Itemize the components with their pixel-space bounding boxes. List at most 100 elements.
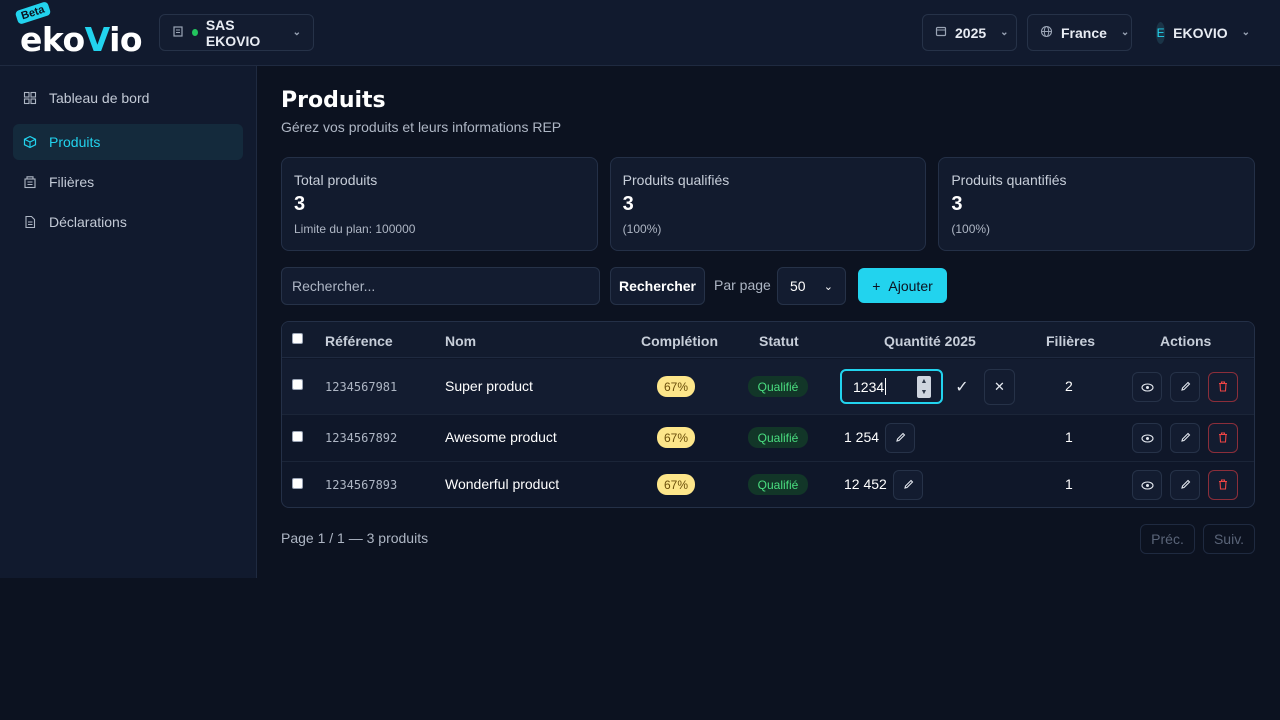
toolbar: Rechercher Par page 50 ⌄ + Ajouter xyxy=(281,267,1255,305)
sidebar-item-dashboard[interactable]: Tableau de bord xyxy=(13,80,243,116)
view-button[interactable] xyxy=(1132,372,1162,402)
add-button-label: Ajouter xyxy=(888,277,933,294)
search-button[interactable]: Rechercher xyxy=(610,267,705,305)
product-name[interactable]: Awesome product xyxy=(445,429,557,445)
view-button[interactable] xyxy=(1132,423,1162,453)
pencil-icon xyxy=(903,478,914,493)
table-row[interactable]: 1234567892 Awesome product 67% Qualifié … xyxy=(282,415,1254,462)
quantity-value: 1 254 xyxy=(844,429,880,445)
stat-label: Produits quantifiés xyxy=(951,172,1067,188)
eye-icon xyxy=(1140,380,1154,395)
row-checkbox[interactable] xyxy=(292,431,303,442)
sidebar-item-filieres[interactable]: Filières xyxy=(13,164,243,200)
sidebar-item-declarations[interactable]: Déclarations xyxy=(13,204,243,240)
stats-cards: Total produits 3 Limite du plan: 100000 … xyxy=(281,157,1256,251)
completion-badge: 67% xyxy=(657,427,695,448)
table-row[interactable]: 1234567893 Wonderful product 67% Qualifi… xyxy=(282,462,1254,507)
column-header-name[interactable]: Nom xyxy=(445,333,476,349)
trash-icon xyxy=(1218,380,1228,395)
filieres-count: 2 xyxy=(1065,378,1073,394)
trash-icon xyxy=(1218,478,1228,493)
per-page-select[interactable]: 50 ⌄ xyxy=(777,267,846,305)
row-checkbox[interactable] xyxy=(292,478,303,489)
trash-icon xyxy=(1218,431,1228,446)
add-product-button[interactable]: + Ajouter xyxy=(858,268,947,303)
stepper-up-icon[interactable]: ▲ xyxy=(921,378,928,385)
table-header: Référence Nom Complétion Statut Quantité… xyxy=(282,322,1254,358)
chevron-down-icon: ⌄ xyxy=(1241,27,1250,38)
sidebar-item-products[interactable]: Produits xyxy=(13,124,243,160)
status-dot xyxy=(192,29,198,36)
column-header-filieres[interactable]: Filières xyxy=(1046,333,1095,349)
stat-value: 3 xyxy=(622,193,634,215)
year-selector[interactable]: 2025 ⌄ xyxy=(922,14,1017,51)
stat-note: (100%) xyxy=(622,222,662,236)
pencil-icon xyxy=(1180,380,1191,395)
status-badge: Qualifié xyxy=(748,376,808,397)
user-menu[interactable]: E EKOVIO ⌄ xyxy=(1143,14,1263,51)
product-reference: 1234567893 xyxy=(325,478,398,492)
sidebar-item-label: Filières xyxy=(49,174,95,190)
text-caret xyxy=(885,378,887,395)
stat-note: Limite du plan: 100000 xyxy=(294,222,416,236)
page-subtitle: Gérez vos produits et leurs informations… xyxy=(281,119,562,135)
next-page-button[interactable]: Suiv. xyxy=(1203,524,1255,554)
column-header-reference[interactable]: Référence xyxy=(325,333,393,349)
sidebar-item-label: Déclarations xyxy=(49,214,127,230)
delete-button[interactable] xyxy=(1208,423,1238,453)
user-name: EKOVIO xyxy=(1173,24,1228,41)
column-header-completion[interactable]: Complétion xyxy=(641,333,718,349)
edit-quantity-button[interactable] xyxy=(893,470,923,500)
status-badge: Qualifié xyxy=(748,474,808,495)
select-all-checkbox[interactable] xyxy=(292,333,303,344)
quantity-input[interactable]: 1234 ▲ ▼ xyxy=(840,369,943,404)
confirm-quantity-button[interactable]: ✓ xyxy=(947,372,977,402)
edit-button[interactable] xyxy=(1170,423,1200,453)
eye-icon xyxy=(1140,431,1154,446)
pencil-icon xyxy=(895,431,906,446)
year-value: 2025 xyxy=(955,24,987,41)
pagination-summary: Page 1 / 1 — 3 produits xyxy=(281,530,429,546)
column-header-quantity[interactable]: Quantité 2025 xyxy=(884,333,976,349)
stat-value: 3 xyxy=(951,193,963,215)
edit-quantity-button[interactable] xyxy=(885,423,915,453)
chevron-down-icon: ⌄ xyxy=(292,27,301,38)
column-header-status[interactable]: Statut xyxy=(759,333,799,349)
organization-selector[interactable]: SAS EKOVIO ⌄ xyxy=(159,14,314,51)
table-row[interactable]: 1234567981 Super product 67% Qualifié 12… xyxy=(282,359,1254,415)
search-input[interactable] xyxy=(281,267,600,305)
building-icon xyxy=(23,175,37,189)
chevron-down-icon: ⌄ xyxy=(1120,27,1130,38)
product-name[interactable]: Wonderful product xyxy=(445,476,559,492)
page-title: Produits xyxy=(281,88,386,113)
top-header: ekoVio Beta SAS EKOVIO ⌄ 2025 ⌄ France ⌄… xyxy=(0,0,1280,66)
organization-name: SAS EKOVIO xyxy=(205,16,261,49)
stat-label: Produits qualifiés xyxy=(622,172,730,188)
quantity-stepper[interactable]: ▲ ▼ xyxy=(917,376,931,398)
view-button[interactable] xyxy=(1132,470,1162,500)
country-selector[interactable]: France ⌄ xyxy=(1027,14,1132,51)
edit-button[interactable] xyxy=(1170,372,1200,402)
per-page-label: Par page xyxy=(714,277,771,293)
edit-button[interactable] xyxy=(1170,470,1200,500)
chevron-down-icon: ⌄ xyxy=(1000,27,1009,38)
dashboard-icon xyxy=(23,91,37,105)
stepper-down-icon[interactable]: ▼ xyxy=(921,389,928,396)
delete-button[interactable] xyxy=(1208,372,1238,402)
filieres-count: 1 xyxy=(1065,476,1073,492)
ekovio-logo[interactable]: ekoVio Beta xyxy=(14,1,148,59)
sidebar-item-label: Tableau de bord xyxy=(49,90,150,106)
cube-icon xyxy=(23,135,37,149)
completion-badge: 67% xyxy=(657,474,695,495)
product-name[interactable]: Super product xyxy=(445,378,533,394)
stat-label: Total produits xyxy=(294,172,378,188)
country-value: France xyxy=(1061,24,1107,41)
cancel-quantity-button[interactable]: ✕ xyxy=(984,369,1015,405)
row-checkbox[interactable] xyxy=(292,379,303,390)
sidebar-item-label: Produits xyxy=(49,134,101,150)
stat-card-total: Total produits 3 Limite du plan: 100000 xyxy=(281,157,598,251)
avatar: E xyxy=(1156,21,1166,44)
previous-page-button[interactable]: Préc. xyxy=(1140,524,1195,554)
delete-button[interactable] xyxy=(1208,470,1238,500)
column-header-actions: Actions xyxy=(1160,333,1212,349)
